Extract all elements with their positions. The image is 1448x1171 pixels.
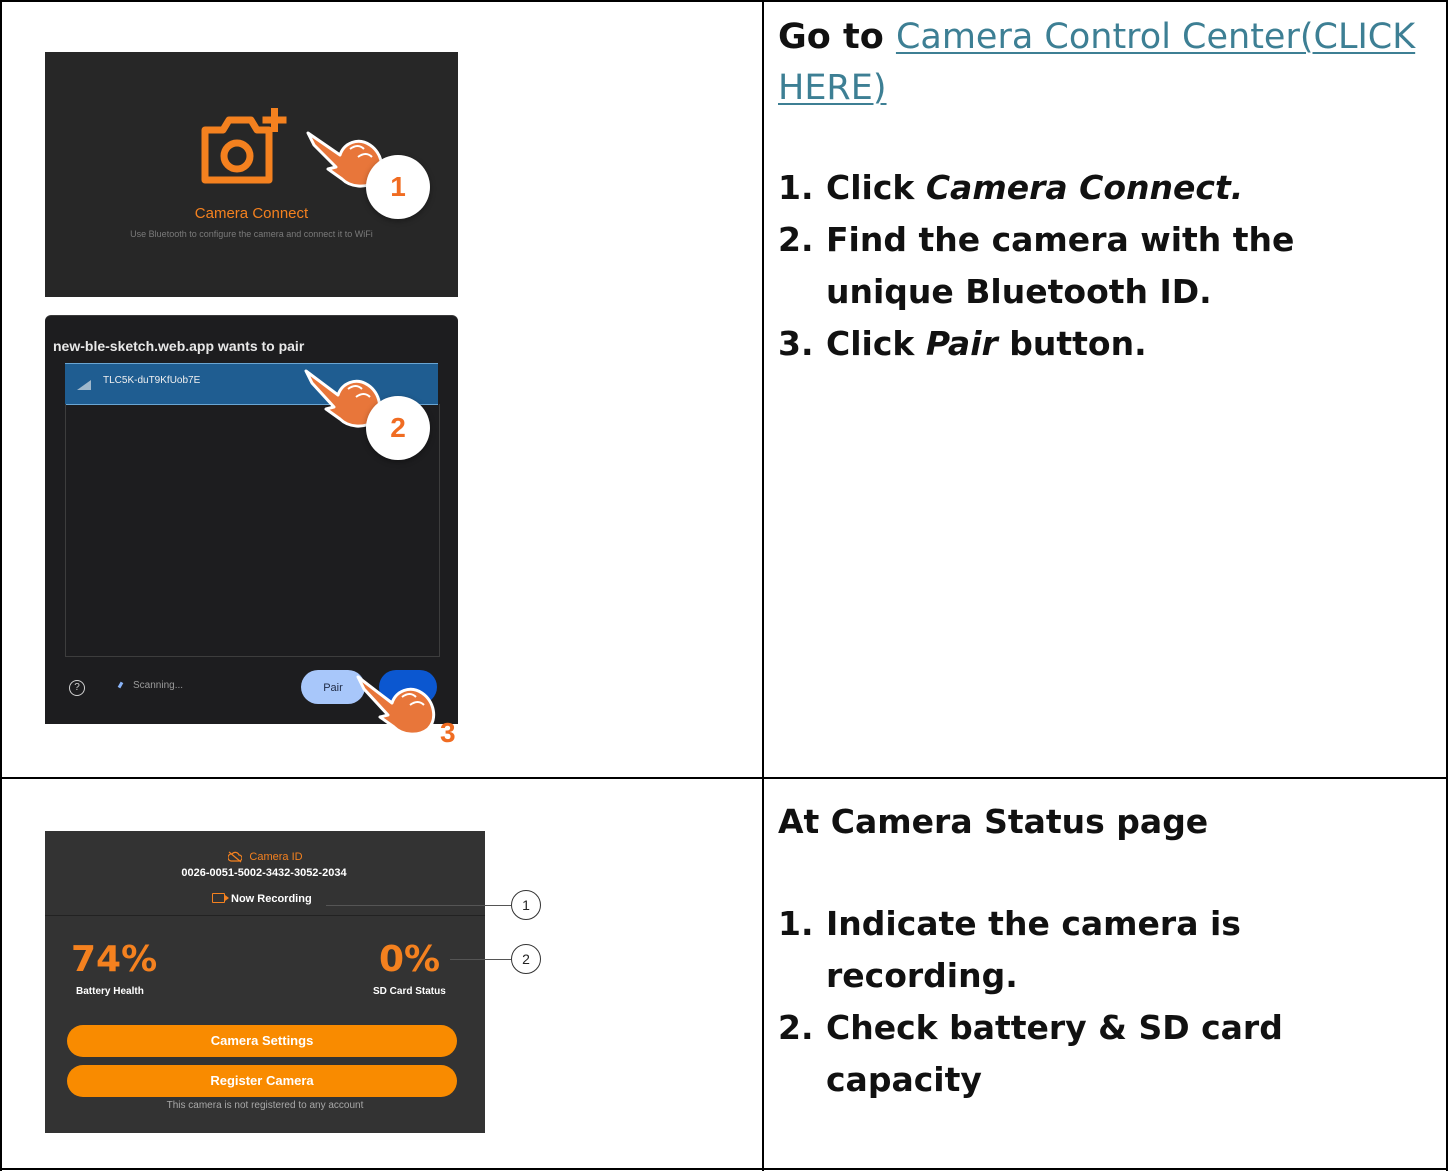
pair-dialog-title: new-ble-sketch.web.app wants to pair — [53, 338, 305, 354]
device-name: TLC5K-duT9KfUob7E — [103, 375, 201, 386]
list-item: 3. Click Pair button. — [778, 318, 1398, 370]
status-steps-list: 1. Indicate the camera is recording. 2. … — [778, 898, 1418, 1106]
connect-steps-list: 1. Click Camera Connect. 2. Find the cam… — [778, 162, 1398, 370]
register-camera-button[interactable]: Register Camera — [67, 1065, 457, 1097]
step-2-callout-badge: 2 — [366, 396, 430, 460]
callout-leader-line — [326, 905, 511, 906]
goto-prefix: Go to — [778, 17, 884, 57]
table-row-divider — [0, 777, 1448, 779]
table-border-bottom — [0, 1168, 1448, 1170]
recording-label: Now Recording — [231, 893, 312, 905]
video-camera-icon — [212, 893, 229, 903]
camera-connect-subtitle: Use Bluetooth to configure the camera an… — [130, 229, 373, 239]
scanning-status: Scanning... — [133, 680, 184, 691]
sd-card-status-label: SD Card Status — [373, 986, 446, 997]
table-border-top — [0, 0, 1448, 2]
spinner-icon — [117, 681, 124, 689]
goto-line: Go to Camera Control Center(CLICK HERE) — [778, 12, 1418, 114]
step-text-suffix: button. — [997, 324, 1147, 363]
sd-card-status-value: 0% — [379, 939, 441, 980]
list-item: 2. Find the camera with the unique Bluet… — [778, 214, 1398, 318]
signal-strength-icon — [77, 380, 91, 390]
step-text: Indicate the camera is recording. — [826, 904, 1241, 995]
callout-leader-line — [450, 959, 511, 960]
camera-status-screenshot: Camera ID 0026-0051-5002-3432-3052-2034 … — [45, 831, 485, 1133]
battery-health-label: Battery Health — [76, 986, 144, 997]
help-icon[interactable]: ? — [69, 680, 85, 696]
step-text: Check battery & SD card capacity — [826, 1008, 1283, 1099]
list-item: 1. Indicate the camera is recording. — [778, 898, 1418, 1002]
step-text: Find the camera with the unique Bluetoot… — [826, 220, 1295, 311]
camera-status-heading: At Camera Status page — [778, 802, 1209, 841]
status-callout-2: 2 — [511, 944, 541, 974]
camera-plus-icon[interactable] — [197, 100, 297, 195]
table-column-divider — [762, 0, 764, 1171]
battery-health-value: 74% — [71, 939, 158, 980]
step-text: Click — [826, 324, 926, 363]
pointing-hand-icon — [356, 675, 436, 736]
step-number: 3. — [778, 324, 814, 363]
step-emphasis: Pair — [925, 324, 998, 363]
step-number: 1. — [778, 904, 814, 943]
step-1-callout-badge: 1 — [366, 155, 430, 219]
divider — [45, 915, 485, 916]
list-item: 1. Click Camera Connect. — [778, 162, 1398, 214]
camera-id-value: 0026-0051-5002-3432-3052-2034 — [181, 867, 347, 879]
table-border-left — [0, 0, 2, 1171]
recording-status: Now Recording — [212, 893, 312, 905]
step-number: 1. — [778, 168, 814, 207]
step-3-callout-badge: 3 — [440, 717, 456, 748]
step-text: Click — [826, 168, 926, 207]
step-number: 2. — [778, 220, 814, 259]
status-callout-1: 1 — [511, 890, 541, 920]
registration-status-text: This camera is not registered to any acc… — [166, 1100, 364, 1111]
camera-settings-button[interactable]: Camera Settings — [67, 1025, 457, 1057]
step-emphasis: Camera Connect. — [925, 168, 1244, 207]
camera-id-label: Camera ID — [249, 851, 303, 863]
step-number: 2. — [778, 1008, 814, 1047]
list-item: 2. Check battery & SD card capacity — [778, 1002, 1418, 1106]
